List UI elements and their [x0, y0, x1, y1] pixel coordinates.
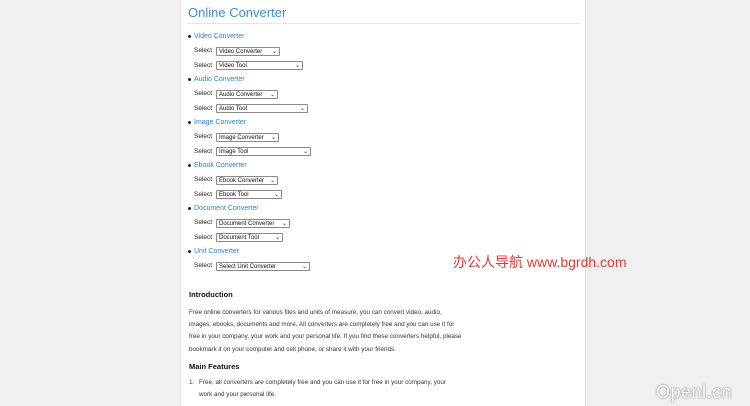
chevron-down-icon: ⌄ [269, 177, 275, 184]
select-label: Select [194, 90, 213, 97]
list-item: Audio Converter [186, 73, 566, 87]
select-row: Select Audio Converter ⌄ [186, 87, 566, 102]
video-converter-link[interactable]: Video Converter [194, 33, 244, 40]
select-row: Select Video Tool ⌄ [186, 59, 566, 74]
chevron-down-icon: ⌄ [294, 63, 300, 70]
unit-converter-link[interactable]: Unit Converter [194, 248, 239, 255]
group-ebook: Ebook Converter Select Ebook Converter ⌄ … [186, 159, 566, 202]
ebook-tool-select[interactable]: Ebook Tool ⌄ [216, 190, 282, 200]
document-converter-link[interactable]: Document Converter [194, 205, 259, 212]
select-row: Select Document Converter ⌄ [186, 216, 566, 231]
features-list: 1. Free, all converters are completely fr… [189, 377, 499, 400]
chevron-down-icon: ⌄ [269, 91, 275, 98]
document-converter-select[interactable]: Document Converter ⌄ [216, 218, 290, 228]
document-tool-select[interactable]: Document Tool ⌄ [216, 233, 283, 243]
bullet-icon [188, 250, 191, 253]
select-label: Select [194, 147, 213, 155]
intro-line: free in your company, your work and your… [189, 333, 462, 341]
chevron-down-icon: ⌄ [271, 48, 277, 55]
audio-converter-select[interactable]: Audio Converter ⌄ [216, 89, 278, 99]
chevron-down-icon: ⌄ [299, 106, 305, 113]
video-tool-select[interactable]: Video Tool ⌄ [216, 61, 303, 71]
intro-paragraph: Free online converters for various files… [189, 307, 499, 356]
bullet-icon [188, 121, 191, 124]
group-image: Image Converter Select Image Converter ⌄ … [186, 116, 566, 159]
chevron-down-icon: ⌄ [281, 220, 287, 227]
title-divider [188, 23, 581, 24]
chevron-down-icon: ⌄ [301, 263, 307, 270]
list-item: 1. Free, all converters are completely fr… [189, 377, 499, 389]
list-item: Video Converter [186, 30, 566, 44]
chevron-down-icon: ⌄ [274, 235, 280, 242]
bullet-icon [188, 207, 191, 210]
chevron-down-icon: ⌄ [273, 192, 279, 199]
select-row: Select Image Converter ⌄ [186, 130, 566, 145]
audio-converter-link[interactable]: Audio Converter [194, 76, 245, 83]
chevron-down-icon: ⌄ [302, 149, 308, 156]
select-row: Select Ebook Tool ⌄ [186, 188, 566, 203]
intro-heading: Introduction [189, 290, 233, 299]
image-tool-select[interactable]: Image Tool ⌄ [216, 147, 311, 157]
select-row: Select Ebook Converter ⌄ [186, 173, 566, 188]
page-title: Online Converter [188, 5, 287, 20]
list-item-continuation: work and your personal life. [199, 390, 277, 398]
select-label: Select [194, 233, 213, 241]
item-number: 1. [189, 379, 195, 386]
select-row: Select Audio Tool ⌄ [186, 102, 566, 117]
select-label: Select [194, 133, 213, 140]
video-converter-select[interactable]: Video Converter ⌄ [216, 46, 280, 56]
list-item: Document Converter [186, 202, 566, 216]
ebook-converter-link[interactable]: Ebook Converter [194, 162, 247, 169]
select-label: Select [194, 61, 213, 69]
group-audio: Audio Converter Select Audio Converter ⌄ … [186, 73, 566, 116]
ebook-converter-select[interactable]: Ebook Converter ⌄ [216, 175, 278, 185]
audio-tool-select[interactable]: Audio Tool ⌄ [216, 104, 308, 114]
bullet-icon [188, 164, 191, 167]
select-label: Select [194, 262, 213, 269]
bullet-icon [188, 78, 191, 81]
intro-line: Free online converters for various files… [189, 309, 442, 316]
corner-watermark: Openl.cn [656, 382, 733, 402]
intro-line: bookmark it on your computer and cell ph… [189, 345, 396, 353]
list-item: Ebook Converter [186, 159, 566, 173]
select-label: Select [194, 104, 213, 112]
intro-line: images, ebooks, documents and more. All … [189, 321, 455, 329]
select-row: Select Video Converter ⌄ [186, 44, 566, 59]
group-document: Document Converter Select Document Conve… [186, 202, 566, 245]
converter-list: Video Converter Select Video Converter ⌄ … [186, 30, 566, 274]
features-heading: Main Features [189, 362, 240, 371]
select-row: Select Image Tool ⌄ [186, 145, 566, 160]
list-item: Image Converter [186, 116, 566, 130]
select-label: Select [194, 47, 213, 54]
select-label: Select [194, 190, 213, 198]
unit-converter-select[interactable]: Select Unit Converter ⌄ [216, 261, 310, 271]
chevron-down-icon: ⌄ [270, 134, 276, 141]
image-converter-select[interactable]: Image Converter ⌄ [216, 132, 279, 142]
select-label: Select [194, 219, 213, 226]
select-row: Select Document Tool ⌄ [186, 231, 566, 246]
image-converter-link[interactable]: Image Converter [194, 119, 246, 126]
select-label: Select [194, 176, 213, 183]
bullet-icon [188, 35, 191, 38]
watermark-text: 办公人导航 www.bgrdh.com [453, 254, 627, 270]
group-video: Video Converter Select Video Converter ⌄ … [186, 30, 566, 73]
